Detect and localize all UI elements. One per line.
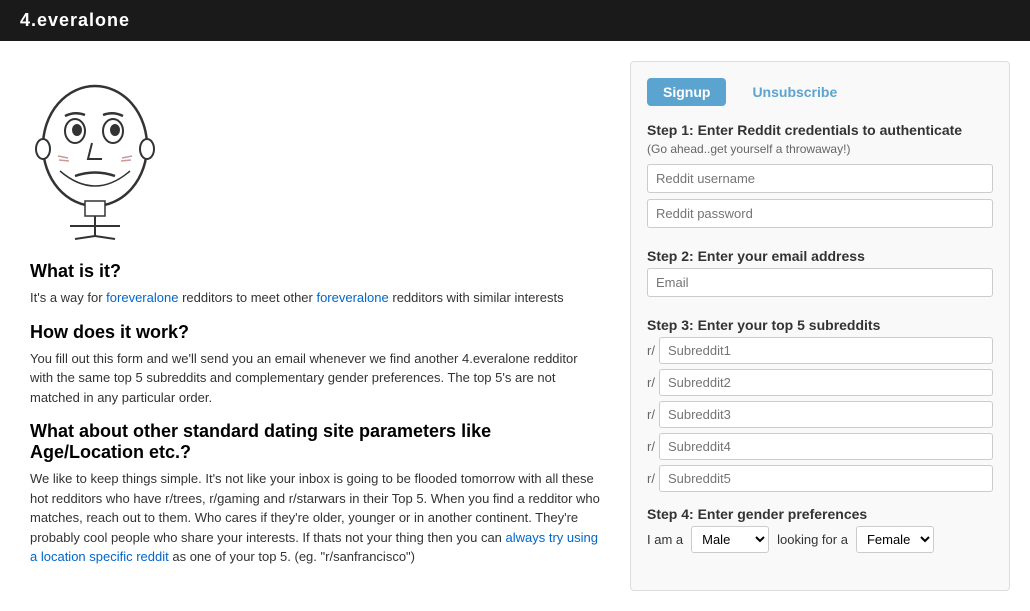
i-am-a-label: I am a [647, 532, 683, 547]
section-how-does-it-work: How does it work? You fill out this form… [30, 322, 600, 408]
step1-section: Step 1: Enter Reddit credentials to auth… [647, 122, 993, 234]
section2-text: You fill out this form and we'll send yo… [30, 349, 600, 408]
section-what-is-it: What is it? It's a way for foreveralone … [30, 261, 600, 308]
step3-heading: Step 3: Enter your top 5 subreddits [647, 317, 993, 333]
subreddit1-input[interactable] [659, 337, 993, 364]
section3-text: We like to keep things simple. It's not … [30, 469, 600, 567]
reddit-password-input[interactable] [647, 199, 993, 228]
step1-heading: Step 1: Enter Reddit credentials to auth… [647, 122, 993, 138]
step4-section: Step 4: Enter gender preferences I am a … [647, 506, 993, 553]
subreddit2-input[interactable] [659, 369, 993, 396]
left-column: What is it? It's a way for foreveralone … [20, 61, 610, 591]
gender-self-select[interactable]: Male Female Both [691, 526, 769, 553]
subreddit3-input[interactable] [659, 401, 993, 428]
subreddit-row-5: r/ [647, 465, 993, 492]
email-input[interactable] [647, 268, 993, 297]
subreddit-row-3: r/ [647, 401, 993, 428]
section1-text: It's a way for foreveralone redditors to… [30, 288, 600, 308]
subreddit-prefix-3: r/ [647, 407, 655, 422]
section1-heading: What is it? [30, 261, 600, 282]
section2-heading: How does it work? [30, 322, 600, 343]
signup-tab[interactable]: Signup [647, 78, 726, 106]
reddit-username-input[interactable] [647, 164, 993, 193]
subreddit-row-2: r/ [647, 369, 993, 396]
section-about-dating-params: What about other standard dating site pa… [30, 421, 600, 567]
subreddit-prefix-1: r/ [647, 343, 655, 358]
subreddit5-input[interactable] [659, 465, 993, 492]
tab-bar: Signup Unsubscribe [647, 78, 993, 106]
subreddit-prefix-2: r/ [647, 375, 655, 390]
subreddit-prefix-5: r/ [647, 471, 655, 486]
forever-alone-image [30, 71, 160, 241]
section3-heading: What about other standard dating site pa… [30, 421, 600, 463]
step1-subtext: (Go ahead..get yourself a throwaway!) [647, 142, 993, 156]
app-header: 4.everalone [0, 0, 1030, 41]
right-column: Signup Unsubscribe Step 1: Enter Reddit … [630, 61, 1010, 591]
step4-heading: Step 4: Enter gender preferences [647, 506, 993, 522]
subreddit-prefix-4: r/ [647, 439, 655, 454]
step3-section: Step 3: Enter your top 5 subreddits r/ r… [647, 317, 993, 492]
subreddit-row-4: r/ [647, 433, 993, 460]
main-content: What is it? It's a way for foreveralone … [0, 41, 1030, 611]
gender-row: I am a Male Female Both looking for a Fe… [647, 526, 993, 553]
gender-looking-for-select[interactable]: Female Male Both [856, 526, 934, 553]
step2-section: Step 2: Enter your email address [647, 248, 993, 303]
step2-heading: Step 2: Enter your email address [647, 248, 993, 264]
subreddit4-input[interactable] [659, 433, 993, 460]
subreddit-row-1: r/ [647, 337, 993, 364]
forever-alone-svg [30, 71, 160, 241]
looking-for-label: looking for a [777, 532, 848, 547]
app-title: 4.everalone [20, 10, 130, 30]
unsubscribe-tab[interactable]: Unsubscribe [736, 78, 853, 106]
